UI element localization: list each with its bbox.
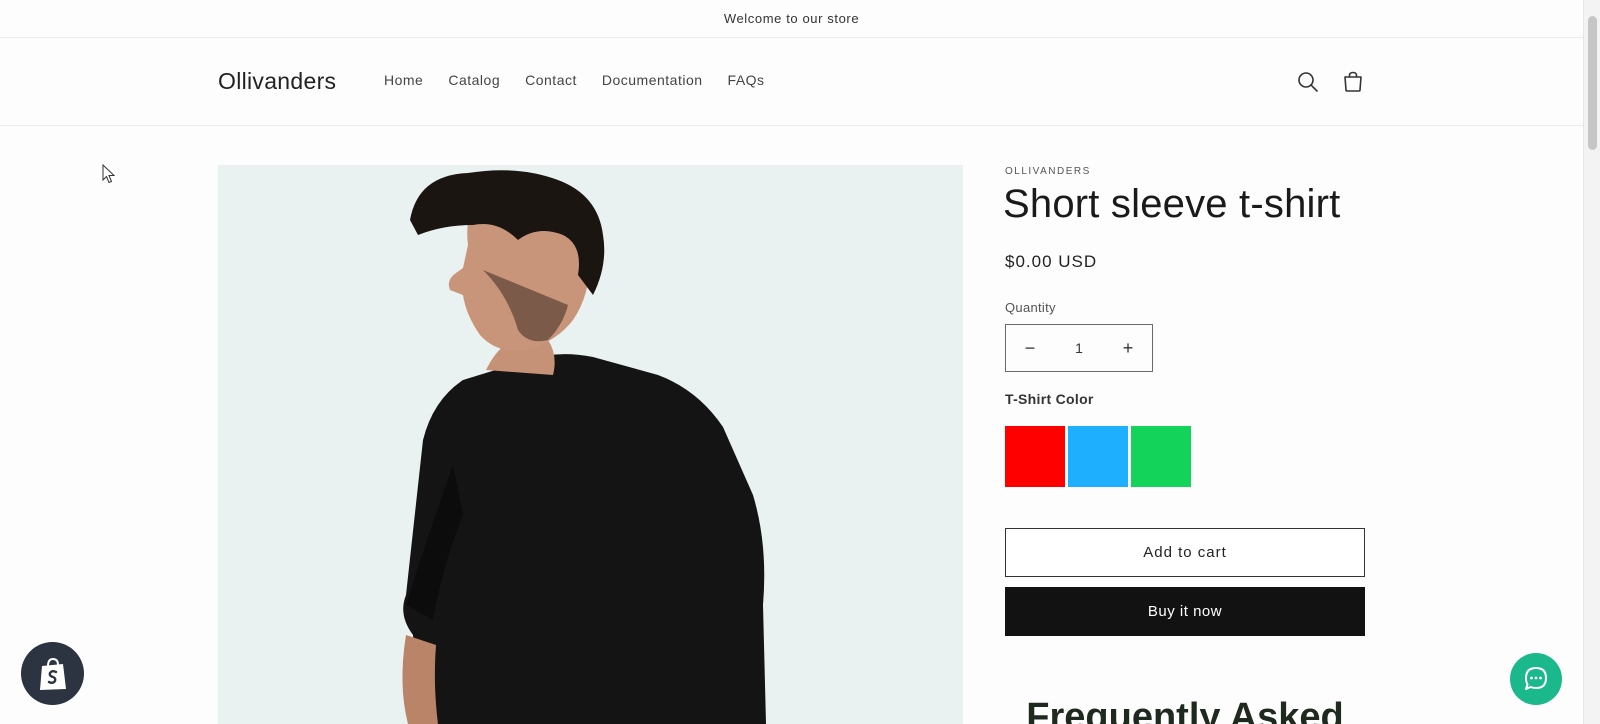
- store-logo[interactable]: Ollivanders: [218, 68, 336, 95]
- nav-faqs[interactable]: FAQs: [728, 72, 765, 88]
- site-header: Ollivanders Home Catalog Contact Documen…: [0, 38, 1583, 126]
- color-option-label: T-Shirt Color: [1005, 391, 1094, 407]
- buy-it-now-button[interactable]: Buy it now: [1005, 587, 1365, 636]
- product-photo-illustration: [218, 165, 963, 724]
- cart-button[interactable]: [1339, 68, 1367, 96]
- nav-home[interactable]: Home: [384, 72, 423, 88]
- quantity-label: Quantity: [1005, 300, 1056, 315]
- increase-quantity-button[interactable]: +: [1104, 325, 1152, 371]
- add-to-cart-button[interactable]: Add to cart: [1005, 528, 1365, 577]
- chat-bubble-icon: [1525, 667, 1547, 690]
- decrease-quantity-button[interactable]: −: [1006, 325, 1054, 371]
- product-price: $0.00 USD: [1005, 252, 1098, 271]
- nav-catalog[interactable]: Catalog: [448, 72, 500, 88]
- nav-documentation[interactable]: Documentation: [602, 72, 703, 88]
- color-swatch-group: [1005, 426, 1191, 487]
- color-swatch-green[interactable]: [1131, 426, 1191, 487]
- quantity-stepper: − +: [1005, 324, 1153, 372]
- color-swatch-red[interactable]: [1005, 426, 1065, 487]
- search-button[interactable]: [1294, 68, 1322, 96]
- faq-heading: Frequently Asked: [1026, 696, 1344, 724]
- cart-icon: [1344, 71, 1362, 92]
- shopify-badge-button[interactable]: [21, 642, 84, 705]
- quantity-input[interactable]: [1054, 340, 1104, 356]
- announcement-text: Welcome to our store: [723, 11, 860, 26]
- scrollbar-thumb[interactable]: [1588, 16, 1597, 150]
- product-vendor: OLLIVANDERS: [1005, 166, 1091, 177]
- product-image[interactable]: [218, 165, 963, 724]
- search-icon: [1298, 72, 1318, 92]
- main-nav: Home Catalog Contact Documentation FAQs: [384, 72, 790, 88]
- announcement-bar: Welcome to our store: [0, 0, 1583, 38]
- mouse-cursor-icon: [102, 164, 116, 184]
- product-title: Short sleeve t-shirt: [1003, 182, 1341, 226]
- shopping-bag-icon: [39, 657, 66, 690]
- chat-widget-button[interactable]: [1510, 653, 1562, 705]
- color-swatch-blue[interactable]: [1068, 426, 1128, 487]
- nav-contact[interactable]: Contact: [525, 72, 577, 88]
- page-scrollbar[interactable]: [1583, 0, 1600, 724]
